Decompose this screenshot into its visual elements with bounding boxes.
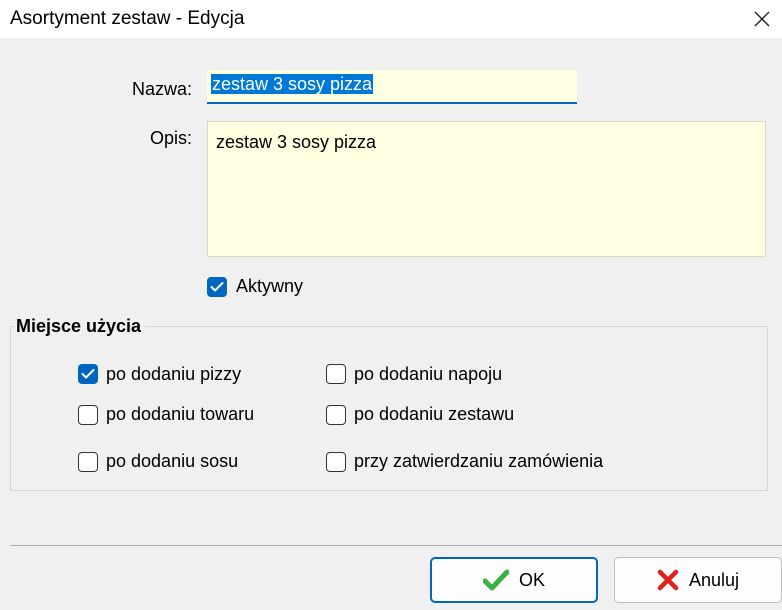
name-field[interactable]: zestaw 3 sosy pizza [207, 70, 577, 104]
close-button[interactable] [746, 4, 778, 34]
checkmark-icon [81, 369, 95, 379]
cancel-label: Anuluj [688, 569, 740, 590]
cancel-button[interactable]: Anuluj [614, 557, 782, 603]
x-icon [657, 569, 679, 591]
usage-checkbox-napoj[interactable] [326, 364, 346, 384]
description-label: Opis: [149, 128, 192, 148]
ok-label: OK [518, 569, 545, 590]
usage-label-sos: po dodaniu sosu [106, 451, 239, 471]
active-label: Aktywny [236, 276, 304, 296]
usage-label-zamowienie: przy zatwierdzaniu zamówienia [354, 451, 604, 471]
description-field[interactable]: zestaw 3 sosy pizza [207, 121, 766, 257]
active-checkbox[interactable] [207, 277, 227, 297]
usage-label-towar: po dodaniu towaru [106, 404, 255, 424]
close-icon [754, 11, 770, 27]
checkmark-icon [482, 569, 509, 591]
name-label: Nazwa: [131, 79, 192, 99]
name-value: zestaw 3 sosy pizza [211, 74, 374, 94]
ok-button[interactable]: OK [430, 557, 598, 603]
dialog-title: Asortyment zestaw - Edycja [10, 8, 245, 29]
description-value: zestaw 3 sosy pizza [216, 132, 377, 152]
usage-checkbox-sos[interactable] [78, 452, 98, 472]
usage-label-pizza: po dodaniu pizzy [106, 364, 242, 384]
usage-checkbox-zestaw[interactable] [326, 405, 346, 425]
dialog-window: Asortyment zestaw - Edycja Nazwa: zestaw… [0, 0, 782, 610]
checkmark-icon [210, 282, 224, 292]
usage-label-napoj: po dodaniu napoju [354, 364, 503, 384]
usage-checkbox-towar[interactable] [78, 405, 98, 425]
usage-group-title: Miejsce użycia [14, 316, 146, 337]
footer-separator [10, 545, 782, 546]
usage-label-zestaw: po dodaniu zestawu [354, 404, 515, 424]
usage-checkbox-pizza[interactable] [78, 364, 98, 384]
usage-checkbox-zamowienie[interactable] [326, 452, 346, 472]
title-bar: Asortyment zestaw - Edycja [0, 0, 782, 38]
